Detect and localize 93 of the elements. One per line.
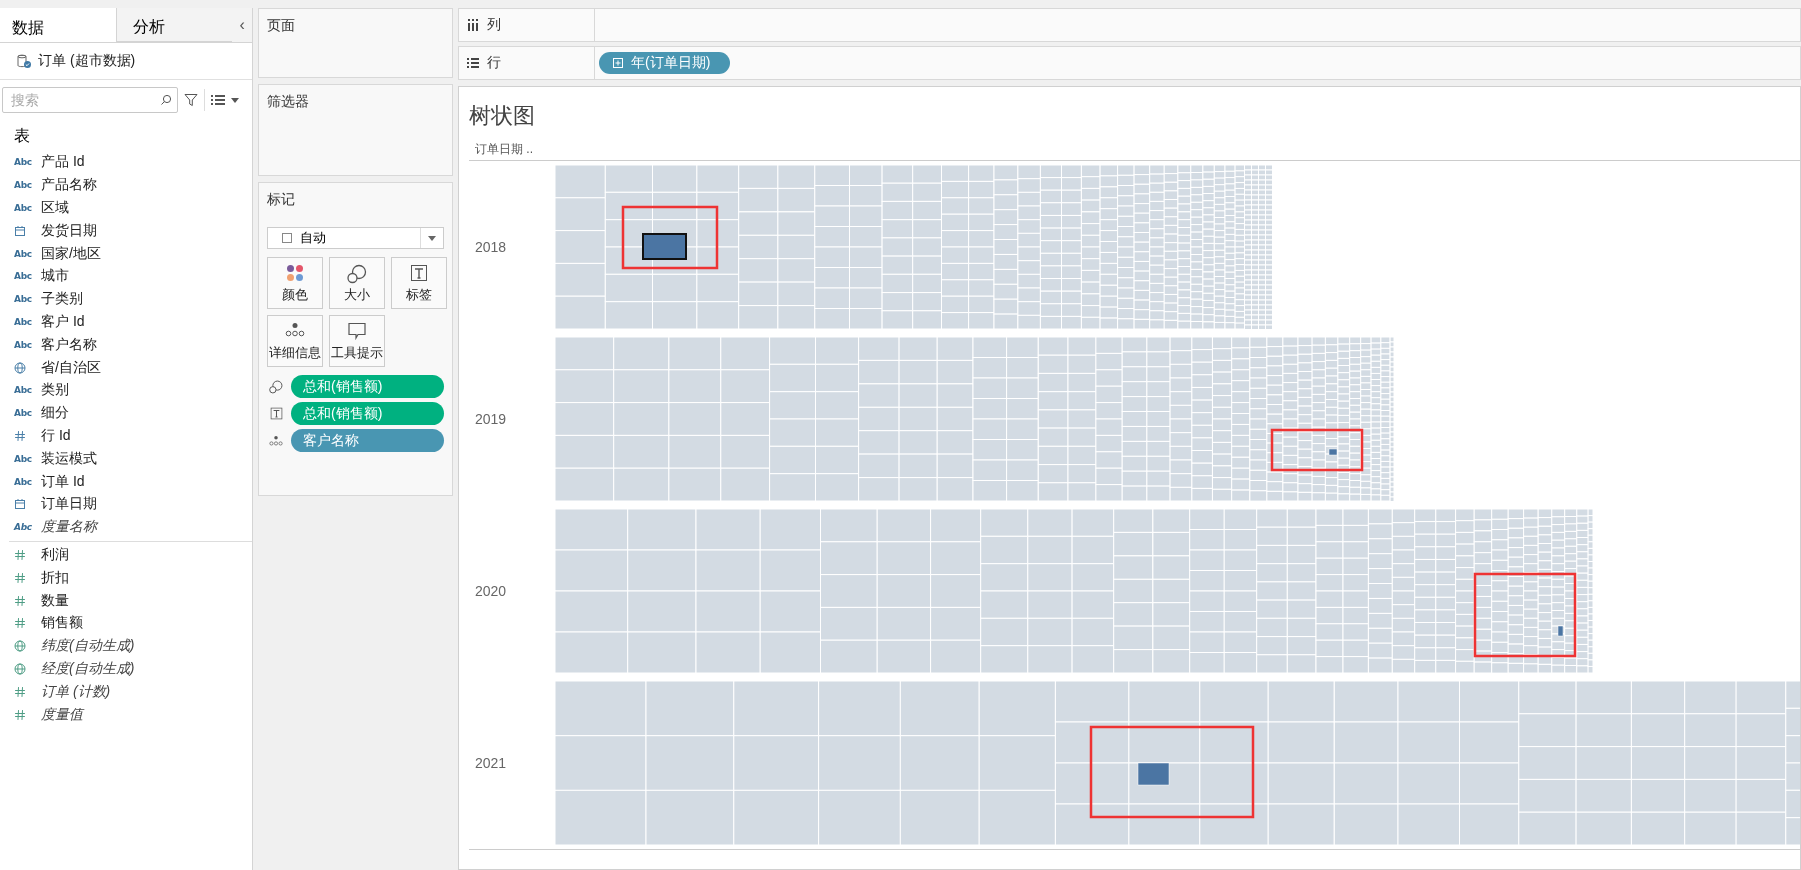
highlighted-tile[interactable] [642,233,687,260]
abc-type-icon: Abc [14,339,32,350]
section-heading: 表 [13,126,31,146]
field-item[interactable]: Abc 类别 [0,378,252,402]
color-dots-icon [286,264,304,282]
field-item[interactable]: 度量值 [0,703,252,726]
field-item[interactable]: 折扣 [0,566,252,590]
search-field[interactable]: 搜索 [2,87,178,113]
field-item[interactable]: 发货日期 [0,219,252,243]
abc-type-icon: Abc [14,294,32,305]
columns-shelf[interactable]: 列 [458,8,1801,42]
square-icon [282,233,292,243]
field-item[interactable]: Abc 细分 [0,401,252,425]
tooltip-mark-button[interactable]: 工具提示 [329,315,385,367]
columns-icon [467,19,479,31]
expand-plus-icon [613,58,623,68]
abc-type-icon: Abc [14,476,32,487]
size-circles-icon [347,264,367,284]
globe-icon [14,662,26,675]
field-item[interactable]: Abc 度量名称 [0,515,252,539]
detail-dots-icon [285,322,305,338]
calendar-icon [14,498,26,511]
size-circles-icon [269,379,283,394]
field-item[interactable]: Abc 区域 [0,196,252,220]
shelf-label: 列 [487,16,501,34]
field-item[interactable]: 纬度(自动生成) [0,634,252,658]
collapse-button[interactable]: ‹ [232,8,252,42]
hash-icon [14,685,26,698]
field-item[interactable]: 销售额 [0,611,252,635]
field-item[interactable]: Abc 客户 Id [0,310,252,334]
text-t-icon [269,407,283,420]
label-mark-button[interactable]: 标签 [391,257,447,309]
hash-icon [14,708,26,721]
globe-icon [14,361,26,374]
filter-icon[interactable] [184,93,198,107]
search-icon [160,94,172,106]
hash-icon [14,571,26,584]
caret-icon[interactable] [231,97,239,103]
hash-icon [14,548,26,561]
abc-type-icon: Abc [14,522,32,533]
field-item[interactable]: Abc 国家/地区 [0,242,252,265]
rows-shelf[interactable]: 行 年(订单日期) [458,46,1801,80]
caret-icon [428,235,436,241]
size-mark-button[interactable]: 大小 [329,257,385,309]
abc-type-icon: Abc [14,453,32,464]
field-item[interactable]: Abc 装运模式 [0,447,252,471]
card-title: 筛选器 [267,93,310,111]
text-t-icon [410,264,428,282]
year-label: 2018 [475,239,507,255]
view-title: 树状图 [469,102,535,130]
field-item[interactable]: Abc 产品名称 [0,173,252,197]
abc-type-icon: Abc [14,385,32,396]
abc-type-icon: Abc [14,203,32,213]
year-label: 2019 [475,411,507,427]
field-item[interactable]: 订单日期 [0,492,252,516]
pane-tab[interactable]: 分析 [116,8,233,42]
field-item[interactable]: 利润 [0,543,252,567]
list-view-icon[interactable] [211,95,225,105]
detail-mark-button[interactable]: 详细信息 [267,315,323,367]
datasource-name[interactable]: 订单 (超市数据) [38,52,136,70]
field-item[interactable]: Abc 城市 [0,265,252,288]
speech-bubble-icon [347,322,367,340]
row-header[interactable]: 订单日期 .. [469,141,533,158]
field-item[interactable]: 行 Id [0,424,252,448]
abc-type-icon: Abc [14,271,32,282]
mark-type-dropdown[interactable]: 自动 [267,227,444,249]
abc-type-icon: Abc [14,180,32,191]
calendar-icon [14,224,26,237]
year-label: 2021 [475,755,507,771]
field-item[interactable]: 数量 [0,589,252,612]
hash-icon [14,594,26,607]
color-mark-button[interactable]: 颜色 [267,257,323,309]
year-label: 2020 [475,583,507,599]
rows-icon [467,58,479,68]
field-item[interactable]: Abc 客户名称 [0,333,252,357]
field-item[interactable]: Abc 子类别 [0,287,252,311]
shelf-label: 行 [487,54,501,72]
abc-type-icon: Abc [14,316,32,327]
field-item[interactable]: 经度(自动生成) [0,657,252,681]
detail-dots-icon [269,434,283,447]
field-item[interactable]: 省/自治区 [0,356,252,379]
abc-type-icon: Abc [14,157,32,168]
card-title: 页面 [267,17,296,35]
field-item[interactable]: Abc 订单 Id [0,470,252,493]
field-item[interactable]: Abc 产品 Id [0,151,252,174]
globe-icon [14,640,26,653]
hash-icon [14,617,26,630]
field-item[interactable]: 订单 (计数) [0,680,252,704]
abc-type-icon: Abc [14,248,32,259]
database-icon [16,53,32,69]
abc-type-icon: Abc [14,408,32,419]
hash-icon [14,429,26,442]
card-title: 标记 [267,191,296,209]
